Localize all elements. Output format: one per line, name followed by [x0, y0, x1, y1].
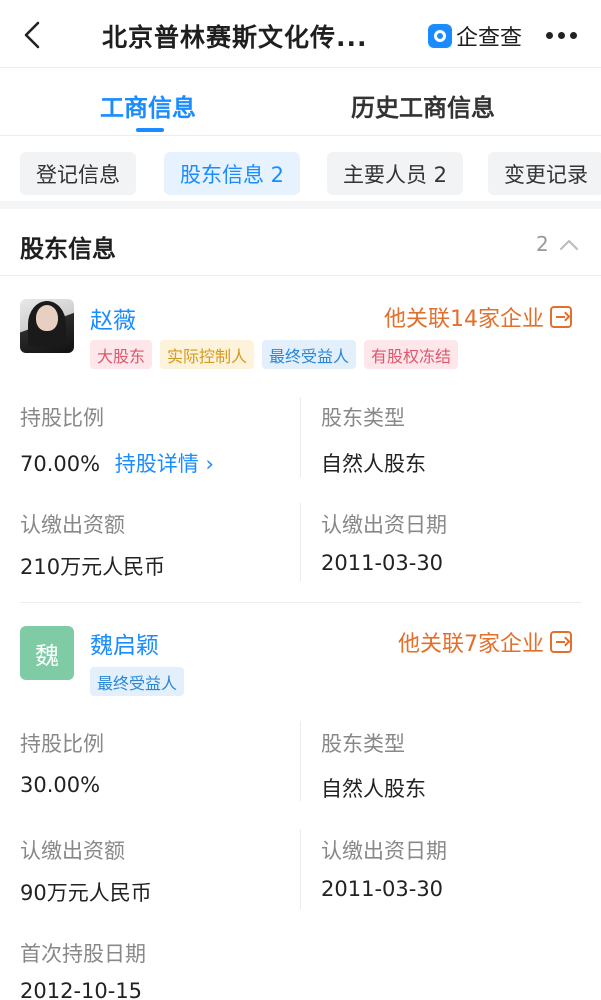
- date-label: 认缴出资日期: [321, 839, 447, 863]
- ratio-value: 30.00%: [20, 773, 101, 797]
- chip-registration-info[interactable]: 登记信息: [20, 152, 136, 195]
- tag-ultimate-beneficiary: 最终受益人: [262, 340, 357, 369]
- tag-equity-frozen: 有股权冻结: [364, 340, 459, 369]
- qichacha-logo-icon: [428, 24, 452, 48]
- column-divider: [300, 829, 301, 909]
- first-date-label: 首次持股日期: [20, 942, 146, 966]
- date-value: 2011-03-30: [321, 877, 444, 901]
- tag-list: 大股东 实际控制人 最终受益人 有股权冻结: [90, 340, 459, 369]
- holding-detail-label: 持股详情: [114, 452, 199, 476]
- related-companies-link[interactable]: 他关联14家企业: [384, 301, 572, 333]
- tag-ultimate-beneficiary: 最终受益人: [90, 667, 185, 696]
- type-label: 股东类型: [321, 732, 405, 756]
- first-date-value: 2012-10-15: [20, 979, 143, 1000]
- ratio-number: 70.00%: [20, 452, 101, 476]
- shareholder-section-header[interactable]: 股东信息 2: [0, 212, 601, 276]
- ratio-label: 持股比例: [20, 406, 104, 430]
- date-label: 认缴出资日期: [321, 513, 447, 537]
- section-chips: 登记信息 股东信息 2 主要人员 2 变更记录: [0, 137, 601, 209]
- shareholder-name[interactable]: 赵薇: [90, 301, 136, 335]
- tab-history-business-info[interactable]: 历史工商信息: [351, 88, 495, 123]
- active-tab-indicator: [136, 128, 164, 132]
- page-title: 北京普林赛斯文化传...: [102, 23, 368, 52]
- related-companies-label: 他关联7家企业: [398, 632, 544, 657]
- tab-business-info[interactable]: 工商信息: [100, 88, 196, 123]
- amount-value: 210万元人民币: [20, 555, 166, 579]
- chevron-up-icon[interactable]: [558, 234, 580, 256]
- primary-tabs: 工商信息 历史工商信息: [0, 68, 601, 136]
- holding-detail-link[interactable]: 持股详情 ›: [115, 452, 214, 476]
- related-companies-label: 他关联14家企业: [384, 307, 544, 332]
- tag-list: 最终受益人: [90, 667, 185, 696]
- brand[interactable]: 企查查: [428, 20, 522, 52]
- avatar: [20, 299, 74, 353]
- amount-label: 认缴出资额: [20, 513, 125, 537]
- date-value: 2011-03-30: [321, 551, 444, 575]
- chip-change-records[interactable]: 变更记录: [488, 152, 601, 195]
- avatar: 魏: [20, 626, 74, 680]
- column-divider: [300, 721, 301, 801]
- more-options-icon[interactable]: [546, 32, 577, 39]
- column-divider: [300, 503, 301, 581]
- section-count: 2: [536, 232, 549, 256]
- amount-value: 90万元人民币: [20, 881, 152, 905]
- external-link-icon: [550, 631, 572, 653]
- column-divider: [300, 397, 301, 477]
- ratio-label: 持股比例: [20, 732, 104, 756]
- chevron-right-icon: ›: [205, 452, 214, 476]
- tag-major-shareholder: 大股东: [90, 340, 153, 369]
- chip-shareholder-info[interactable]: 股东信息 2: [164, 152, 301, 195]
- tag-actual-controller: 实际控制人: [160, 340, 255, 369]
- top-nav-bar: 北京普林赛斯文化传... 企查查: [0, 0, 601, 68]
- shareholder-name[interactable]: 魏启颖: [90, 626, 159, 660]
- chip-key-personnel[interactable]: 主要人员 2: [327, 152, 464, 195]
- type-label: 股东类型: [321, 406, 405, 430]
- shareholder-card: 魏 魏启颖 他关联7家企业 最终受益人 持股比例 30.00% 股东类型 自然人…: [0, 603, 601, 1000]
- back-icon[interactable]: [18, 20, 48, 50]
- type-value: 自然人股东: [321, 777, 426, 801]
- type-value: 自然人股东: [321, 452, 426, 476]
- ratio-value: 70.00% 持股详情 ›: [20, 448, 214, 478]
- related-companies-link[interactable]: 他关联7家企业: [398, 626, 572, 658]
- amount-label: 认缴出资额: [20, 839, 125, 863]
- external-link-icon: [550, 306, 572, 328]
- brand-name: 企查查: [456, 26, 523, 51]
- section-title: 股东信息: [20, 235, 116, 263]
- shareholder-card: 赵薇 他关联14家企业 大股东 实际控制人 最终受益人 有股权冻结 持股比例 7…: [0, 277, 601, 603]
